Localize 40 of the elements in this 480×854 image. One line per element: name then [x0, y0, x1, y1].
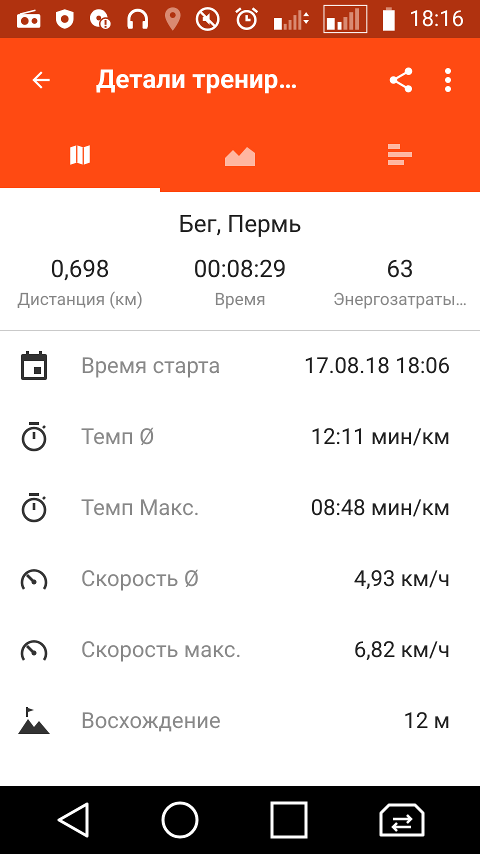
detail-value: 12 м [403, 708, 450, 736]
back-icon[interactable] [56, 802, 90, 838]
stat-label: Энергозатраты… [333, 289, 467, 312]
detail-label: Восхождение [81, 708, 221, 736]
recents-icon[interactable] [270, 801, 308, 839]
mountain-icon [18, 707, 50, 735]
detail-value: 17.08.18 18:06 [304, 352, 450, 380]
stat-value: 00:08:29 [194, 254, 286, 284]
shield-icon [55, 8, 75, 30]
detail-value: 12:11 мин/км [310, 424, 450, 452]
detail-value: 08:48 мин/км [310, 494, 450, 522]
sim-switch-icon[interactable] [378, 803, 424, 837]
detail-value: 6,82 км/ч [354, 636, 450, 664]
mute-icon [195, 6, 220, 32]
stopwatch-icon [20, 493, 48, 523]
detail-label: Скорость Ø [81, 566, 200, 594]
detail-label: Темп Ø [81, 424, 154, 452]
battery-icon [382, 6, 396, 32]
bar-chart-icon [386, 144, 414, 166]
disc-alert-icon [88, 7, 112, 31]
detail-label: Темп Макс. [81, 494, 200, 522]
home-icon[interactable] [160, 801, 198, 839]
screen-title: Детали тренир… [96, 64, 298, 96]
detail-value: 4,93 км/ч [354, 566, 450, 594]
stat-value: 0,698 [50, 254, 110, 284]
activity-title: Бег, Пермь [178, 209, 302, 240]
clock-time: 18:16 [409, 6, 464, 34]
headphones-icon [126, 7, 150, 31]
stopwatch-icon [20, 422, 48, 452]
location-pin-icon [164, 6, 182, 32]
stat-label: Дистанция (км) [17, 289, 143, 312]
stat-value: 63 [386, 254, 414, 284]
more-options-icon[interactable] [444, 67, 452, 93]
stat-label: Время [214, 289, 266, 312]
detail-label: Скорость макс. [81, 636, 242, 664]
calendar-icon [20, 351, 48, 381]
alarm-icon [234, 6, 260, 32]
signal-icon [322, 4, 368, 34]
radio-icon [16, 9, 42, 29]
detail-label: Время старта [81, 352, 220, 380]
